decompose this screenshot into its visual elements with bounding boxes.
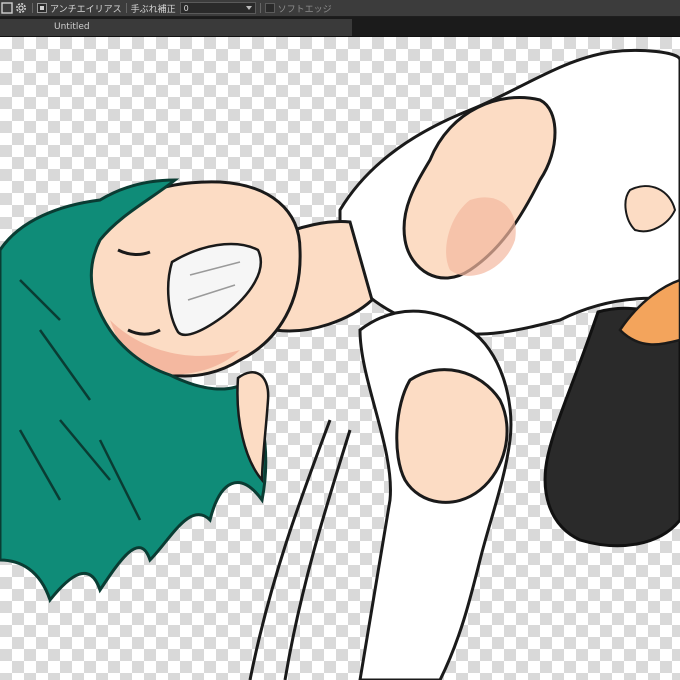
- document-tab[interactable]: Untitled: [0, 19, 352, 36]
- gear-icon[interactable]: [14, 1, 28, 15]
- stabilizer-value: 0: [183, 3, 189, 13]
- document-tab-title: Untitled: [54, 22, 90, 32]
- document-tab-bar: Untitled: [0, 17, 680, 37]
- antialias-checkbox[interactable]: [37, 3, 47, 13]
- toolbar-separator: [125, 3, 127, 13]
- selection-icon[interactable]: [0, 1, 14, 15]
- chevron-down-icon: [245, 6, 252, 10]
- toolbar-separator: [259, 3, 261, 13]
- stabilizer-select[interactable]: 0: [179, 2, 256, 14]
- toolbar: アンチエイリアス 手ぶれ補正 0 ソフトエッジ: [0, 0, 680, 17]
- stabilizer-label: 手ぶれ補正: [130, 4, 176, 15]
- toolbar-separator: [32, 3, 33, 13]
- artwork-illustration: [0, 48, 680, 680]
- drawing-canvas[interactable]: [0, 37, 680, 680]
- antialias-label: アンチエイリアス: [50, 4, 122, 15]
- soft-edge-checkbox[interactable]: [264, 3, 275, 13]
- soft-edge-label: ソフトエッジ: [277, 4, 332, 15]
